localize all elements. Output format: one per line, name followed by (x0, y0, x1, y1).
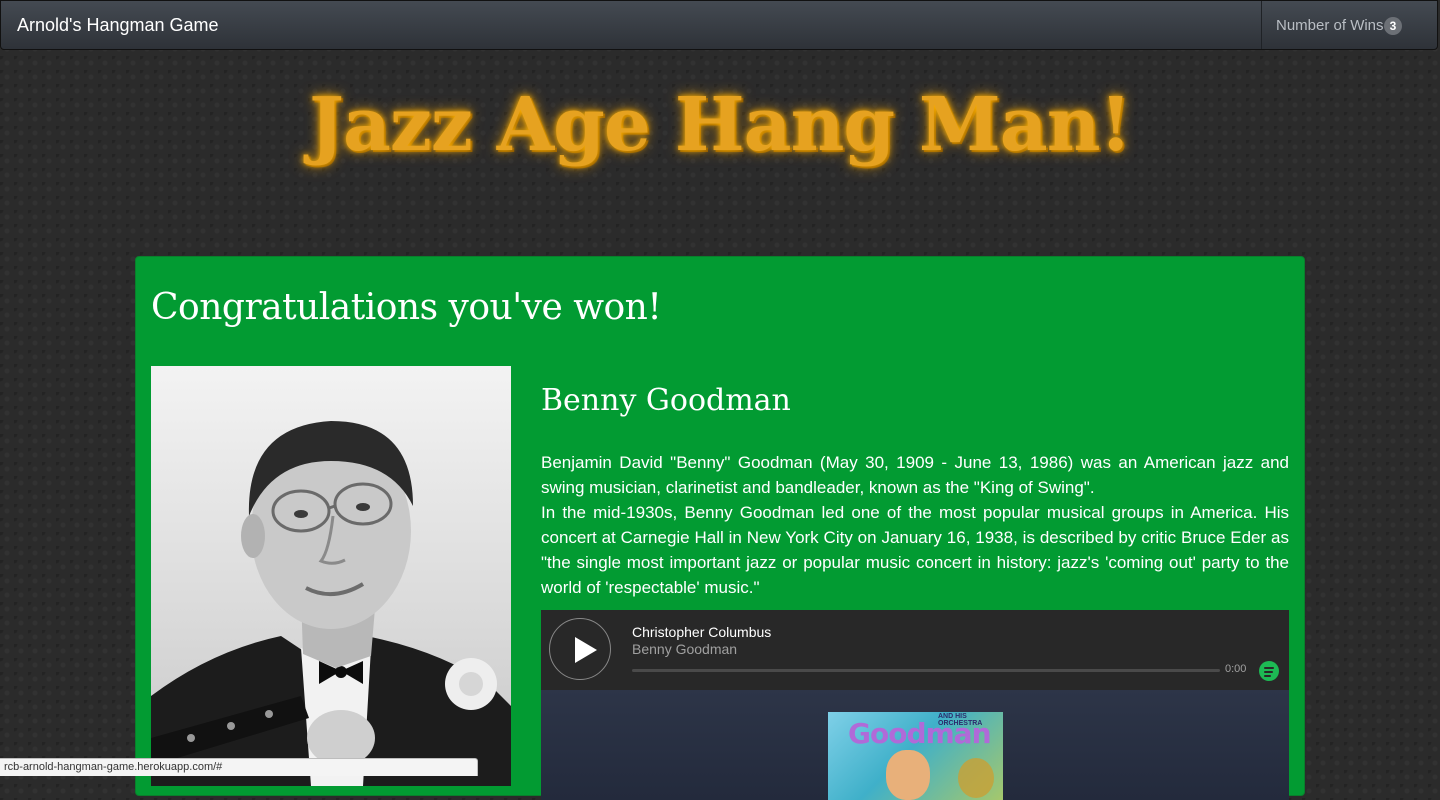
bio-paragraph-2: In the mid-1930s, Benny Goodman led one … (541, 503, 1289, 597)
album-cover-face (886, 750, 930, 800)
spotify-icon[interactable] (1259, 661, 1279, 681)
browser-status-bar: rcb-arnold-hangman-game.herokuapp.com/# (0, 758, 478, 776)
track-artist[interactable]: Benny Goodman (632, 641, 737, 657)
album-cover-trombone (958, 758, 994, 798)
bio-paragraph-1: Benjamin David "Benny" Goodman (May 30, … (541, 453, 1289, 497)
wins-label: Number of Wins (1276, 17, 1384, 34)
spotify-player: Christopher Columbus Benny Goodman 0:00 … (541, 610, 1289, 800)
album-art-area: AND HIS ORCHESTRA Goodman (541, 690, 1289, 800)
win-heading: Congratulations you've won! (151, 287, 662, 328)
track-title[interactable]: Christopher Columbus (632, 624, 771, 640)
page-title: Jazz Age Hang Man! (308, 82, 1132, 168)
album-cover-title: Goodman (848, 717, 992, 750)
wins-counter[interactable]: Number of Wins 3 (1261, 1, 1437, 49)
track-time: 0:00 (1225, 663, 1247, 675)
album-cover[interactable]: AND HIS ORCHESTRA Goodman (828, 712, 1003, 800)
top-navbar: Arnold's Hangman Game Number of Wins 3 (0, 0, 1438, 50)
artist-photo (151, 366, 511, 786)
progress-bar[interactable] (632, 669, 1220, 672)
wins-badge: 3 (1384, 17, 1402, 35)
win-panel: Congratulations you've won! Benny Goodma… (135, 256, 1305, 800)
navbar-brand[interactable]: Arnold's Hangman Game (17, 15, 219, 36)
play-icon[interactable] (549, 618, 611, 680)
artist-bio: Benjamin David "Benny" Goodman (May 30, … (541, 450, 1289, 600)
artist-name: Benny Goodman (541, 383, 791, 418)
